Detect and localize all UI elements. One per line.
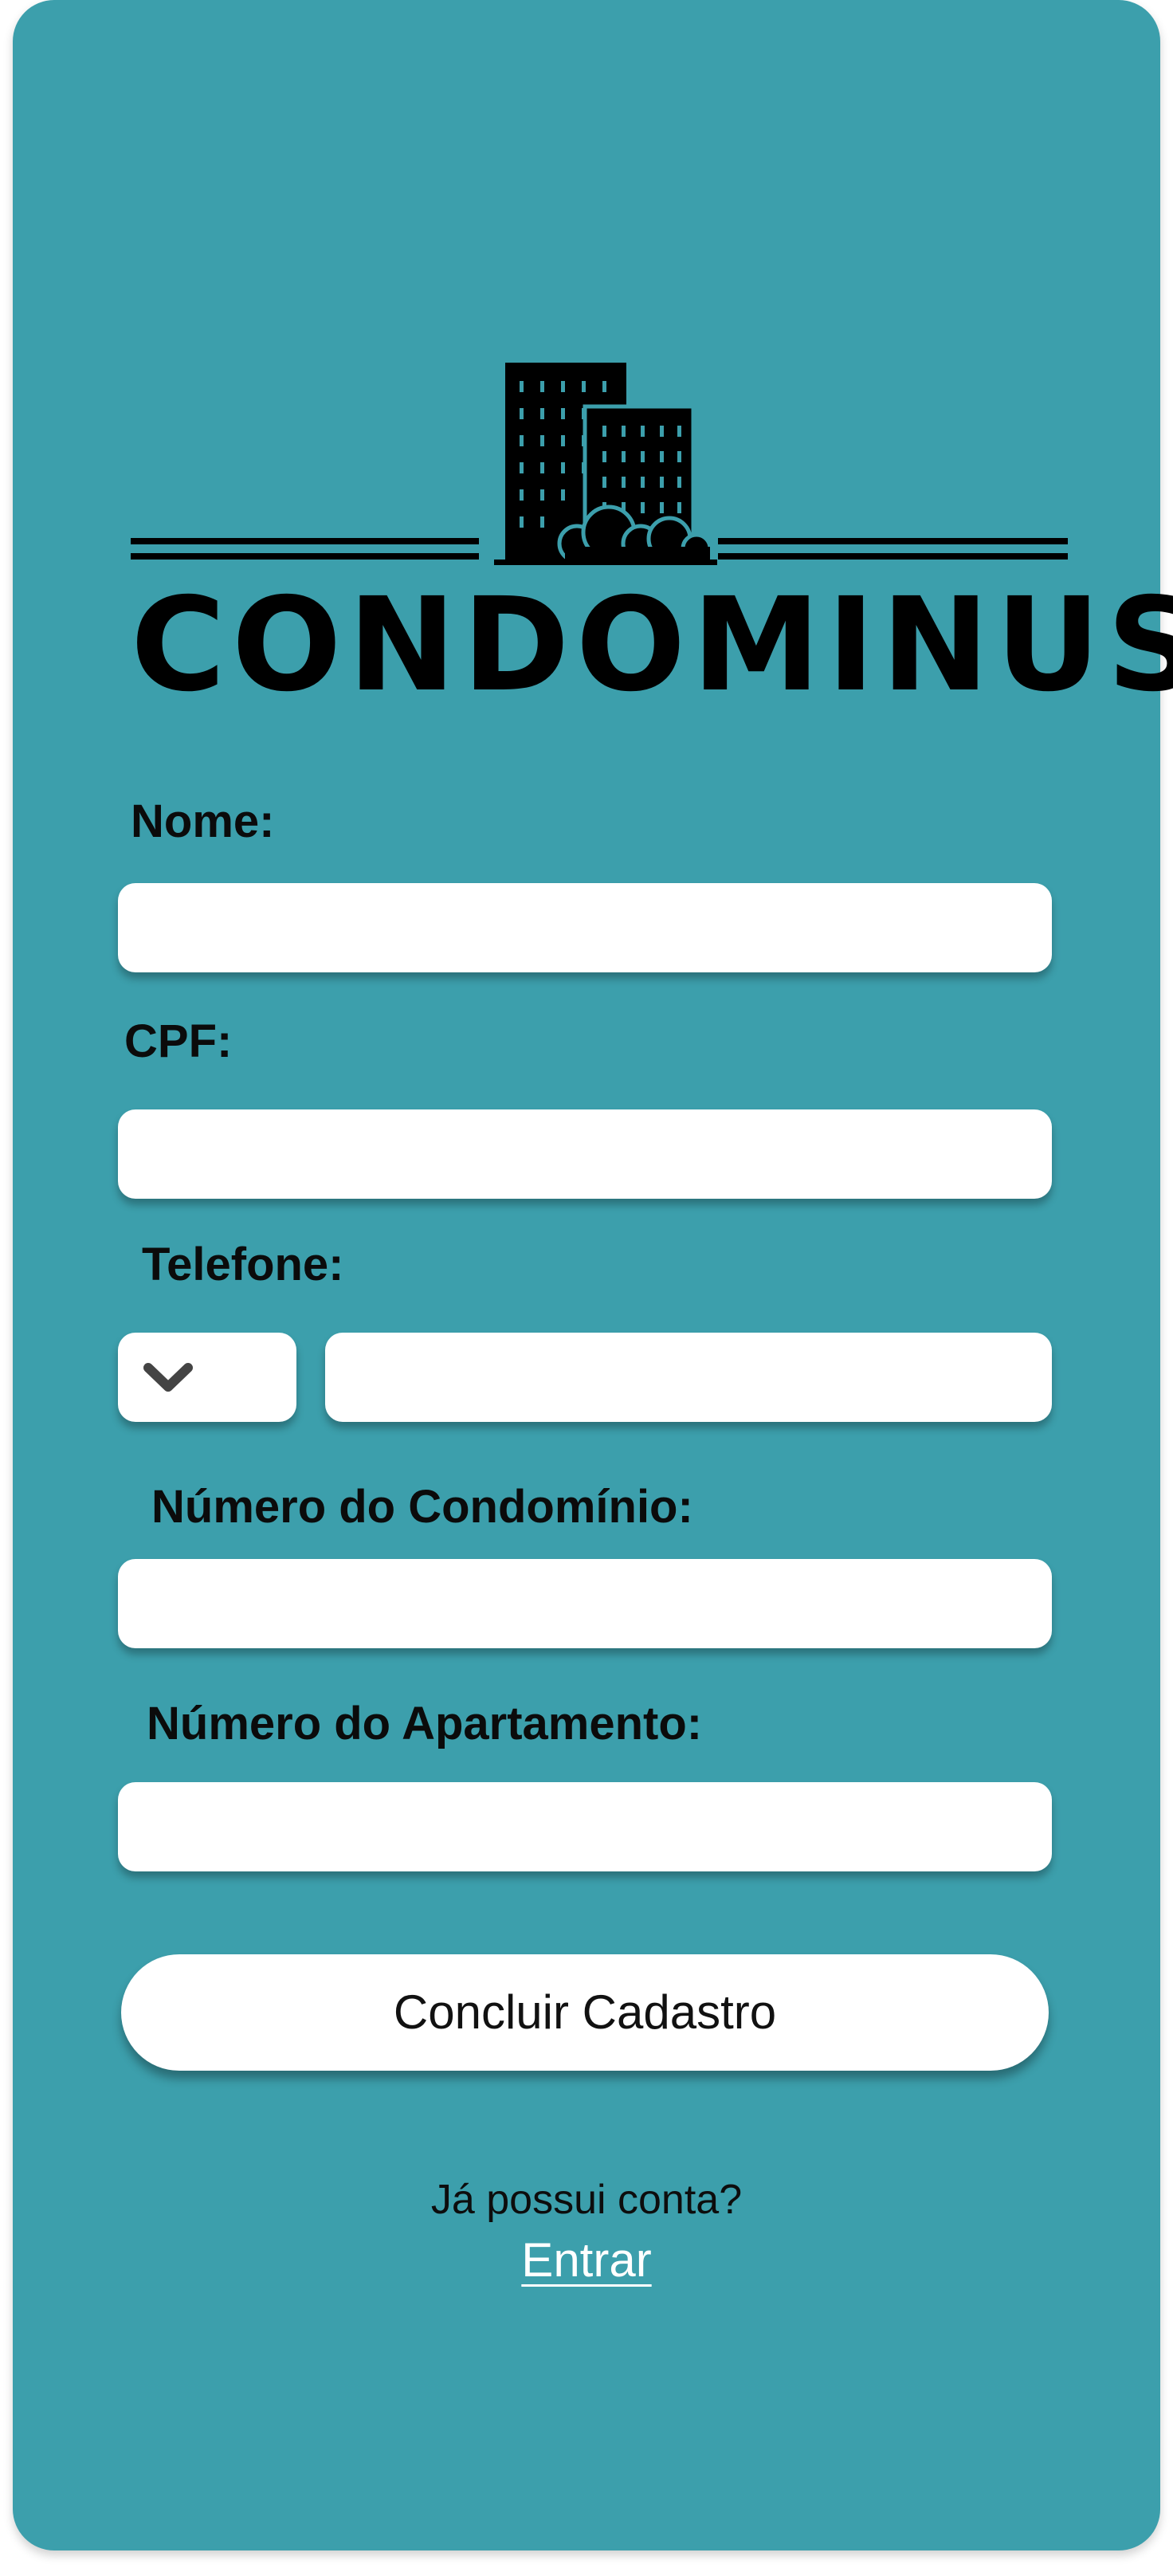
logo-wordmark: CONDOMINUS xyxy=(131,571,1173,721)
name-input[interactable] xyxy=(118,883,1052,972)
phone-code-select[interactable] xyxy=(118,1333,296,1422)
login-link[interactable]: Entrar xyxy=(521,2233,651,2287)
phone-label: Telefone: xyxy=(142,1239,344,1290)
registration-screen: CONDOMINUS Nome: CPF: Telefone: Número d… xyxy=(13,0,1173,2550)
phone-input[interactable] xyxy=(325,1333,1052,1422)
apartment-number-label: Número do Apartamento: xyxy=(147,1698,703,1749)
cpf-input[interactable] xyxy=(118,1109,1052,1199)
have-account-text: Já possui conta? xyxy=(430,2177,743,2223)
condo-number-input[interactable] xyxy=(118,1559,1052,1648)
chevron-down-icon xyxy=(143,1363,193,1392)
login-link-row: Entrar xyxy=(0,2232,1173,2289)
submit-button[interactable]: Concluir Cadastro xyxy=(121,1954,1049,2071)
buildings-logo-icon xyxy=(131,363,1068,565)
condominus-logo: CONDOMINUS xyxy=(131,359,1173,710)
apartment-number-input[interactable] xyxy=(118,1782,1052,1871)
cpf-label: CPF: xyxy=(124,1015,233,1067)
condo-number-label: Número do Condomínio: xyxy=(151,1481,693,1533)
name-label: Nome: xyxy=(131,795,275,847)
